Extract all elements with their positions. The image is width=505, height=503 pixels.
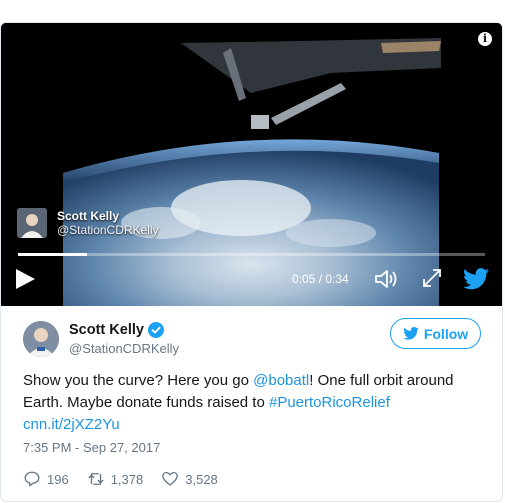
avatar[interactable] (23, 321, 59, 357)
tweet-text: Show you the curve? Here you go @bobatl!… (23, 370, 485, 436)
reply-button[interactable]: 196 (23, 470, 69, 488)
reply-icon (24, 471, 40, 487)
tweet-text-part1: Show you the curve? Here you go (23, 372, 254, 389)
video-author-name: Scott Kelly (57, 209, 120, 223)
retweet-count: 1,378 (110, 471, 144, 487)
video-author-avatar (17, 208, 47, 238)
video-author-overlay[interactable]: Scott Kelly @StationCDRKelly (17, 208, 159, 238)
video-time: 0:05 / 0:34 (292, 272, 349, 286)
retweet-button[interactable]: 1,378 (87, 470, 144, 488)
twitter-bird-icon (403, 327, 419, 340)
verified-icon (147, 322, 164, 338)
tweet-actions: 196 1,378 3,528 (23, 469, 236, 489)
hashtag-link[interactable]: #PuertoRicoRelief (269, 394, 390, 411)
reply-count: 196 (47, 471, 69, 487)
video-frame (1, 23, 502, 306)
mention-link[interactable]: @bobatl (253, 372, 309, 389)
twitter-bird-icon[interactable] (463, 268, 489, 290)
like-count: 3,528 (185, 471, 218, 487)
follow-label: Follow (423, 325, 469, 342)
volume-icon[interactable] (374, 268, 398, 290)
info-icon[interactable]: i (478, 32, 492, 46)
author-handle[interactable]: @StationCDRKelly (69, 341, 179, 357)
video-author-handle: @StationCDRKelly (57, 223, 159, 237)
video-progress-bar[interactable] (18, 253, 485, 256)
follow-button[interactable]: Follow (390, 318, 481, 349)
video-player[interactable]: i Scott Kelly @StationCDRKelly 0:05 / 0:… (1, 23, 502, 306)
tweet-card: i Scott Kelly @StationCDRKelly 0:05 / 0:… (0, 22, 503, 502)
timestamp[interactable]: 7:35 PM - Sep 27, 2017 (23, 440, 160, 455)
like-icon (162, 471, 179, 486)
video-progress-fill (18, 253, 87, 256)
fullscreen-icon[interactable] (422, 268, 442, 288)
play-icon[interactable] (13, 267, 37, 291)
tweet-header: Scott Kelly @StationCDRKelly Follow (23, 318, 483, 361)
url-link[interactable]: cnn.it/2jXZ2Yu (23, 416, 120, 433)
like-button[interactable]: 3,528 (161, 470, 218, 488)
author-name-row[interactable]: Scott Kelly (69, 321, 164, 339)
retweet-icon (88, 473, 104, 485)
author-name[interactable]: Scott Kelly (69, 321, 144, 339)
